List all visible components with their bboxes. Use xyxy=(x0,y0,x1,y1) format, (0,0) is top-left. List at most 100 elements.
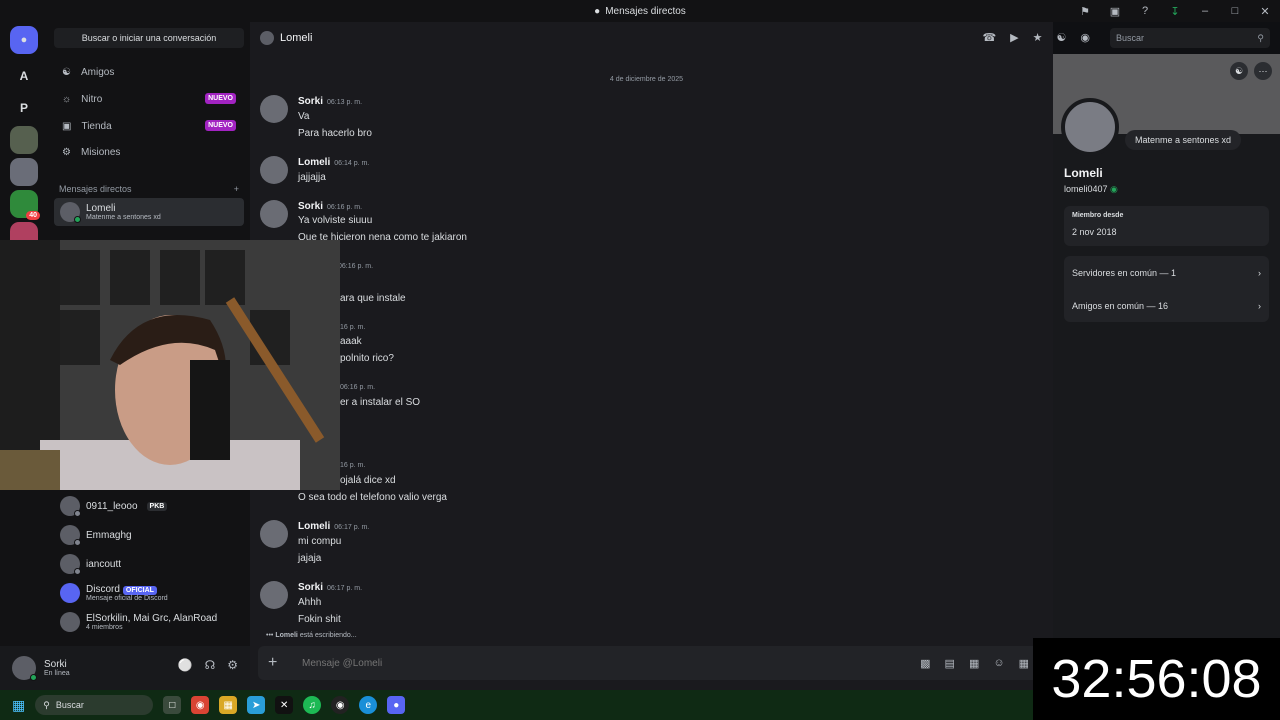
avatar[interactable] xyxy=(260,200,288,228)
message-time: 16 p. m. xyxy=(340,324,366,331)
message-header: Sorki 06:16 p. m. xyxy=(298,201,363,212)
emoji-icon[interactable]: ☺ xyxy=(993,657,1004,670)
spotify-icon[interactable]: ♫ xyxy=(303,696,322,714)
nav-quests[interactable]: ⚙ Misiones xyxy=(54,140,244,164)
profile-toggle-icon[interactable]: ◉ xyxy=(1080,31,1090,44)
maximize-button[interactable]: □ xyxy=(1220,0,1250,22)
message-header: Sorki 06:17 p. m. xyxy=(298,582,363,593)
dm-item-0911-leooo[interactable]: 0911_leooo PKB xyxy=(54,492,244,520)
message-input[interactable] xyxy=(302,657,921,669)
guild-tag: PKB xyxy=(146,501,168,511)
server-a[interactable]: A xyxy=(10,62,38,90)
message-time: 16 p. m. xyxy=(340,462,366,469)
avatar xyxy=(60,612,80,632)
home-button[interactable]: ● xyxy=(10,26,38,54)
download-icon[interactable]: ↧ xyxy=(1160,0,1190,22)
minimize-button[interactable]: – xyxy=(1190,0,1220,22)
dm-item-group[interactable]: ElSorkilin, Mai Grc, AlanRoad 4 miembros xyxy=(54,608,244,636)
dm-item-emmaghg[interactable]: Emmaghg xyxy=(54,521,244,549)
video-icon[interactable]: ▶ xyxy=(1010,31,1018,44)
nav-nitro[interactable]: ☼ Nitro NUEVO xyxy=(54,87,244,111)
avatar xyxy=(60,583,80,603)
flag-icon[interactable]: ⚑ xyxy=(1070,0,1100,22)
add-friend-icon[interactable]: ☯ xyxy=(1230,62,1248,80)
gift-icon[interactable]: ▩ xyxy=(920,657,930,670)
avatar[interactable] xyxy=(12,656,37,681)
avatar xyxy=(260,31,274,45)
pin-icon[interactable]: ★ xyxy=(1033,31,1043,44)
mutual-friends-row[interactable]: Amigos en común — 16 › xyxy=(1064,289,1269,322)
avatar[interactable] xyxy=(260,581,288,609)
shop-icon: ▣ xyxy=(62,120,72,132)
chevron-right-icon: › xyxy=(1258,267,1261,278)
file-explorer-icon[interactable]: ▦ xyxy=(219,696,238,714)
find-conversation-button[interactable]: Buscar o iniciar una conversación xyxy=(54,28,244,48)
discord-taskbar-icon[interactable]: ● xyxy=(387,696,406,714)
capcut-icon[interactable]: ✕ xyxy=(275,696,294,714)
obs-icon[interactable]: ◉ xyxy=(331,696,350,714)
headphones-icon[interactable]: ☊ xyxy=(205,658,216,672)
channel-name: Lomeli xyxy=(280,32,313,44)
mutual-servers-row[interactable]: Servidores en común — 1 › xyxy=(1064,256,1269,289)
composer-actions: ▩ ▤ ▦ ☺ ▦ xyxy=(920,657,1029,670)
dm-item-discord[interactable]: Discord OFICIAL Mensaje oficial de Discor… xyxy=(54,579,244,607)
typing-dots-icon: ••• xyxy=(266,632,274,639)
online-status-icon xyxy=(74,216,81,223)
mic-muted-icon[interactable]: ⚪ xyxy=(178,658,193,672)
discord-logo-icon: ● xyxy=(20,34,28,46)
add-dm-icon[interactable]: + xyxy=(234,184,239,194)
profile-name: Lomeli xyxy=(1064,166,1103,180)
server-p[interactable]: P xyxy=(10,94,38,122)
new-badge: NUEVO xyxy=(205,120,236,131)
dm-item-lomeli[interactable]: Lomeli Matenme a sentones xd xyxy=(54,198,244,226)
help-icon[interactable]: ? xyxy=(1130,0,1160,22)
avatar[interactable] xyxy=(260,520,288,548)
search-input[interactable]: Buscar ⚲ xyxy=(1110,28,1270,48)
apps-icon[interactable]: ▦ xyxy=(1019,657,1029,670)
add-attachment-icon[interactable]: + xyxy=(268,654,288,672)
title-bar: ● Mensajes directos ⚑ ▣ ? ↧ – □ ✕ xyxy=(0,0,1280,22)
user-panel-controls: ⚪ ☊ ⚙ xyxy=(178,658,238,672)
telegram-icon[interactable]: ➤ xyxy=(247,696,266,714)
chat-header-actions: ☎ ▶ ★ ☯ ◉ xyxy=(982,31,1090,44)
avatar[interactable] xyxy=(260,95,288,123)
taskbar-search[interactable]: ⚲ Buscar xyxy=(35,695,154,715)
chrome-icon[interactable]: ◉ xyxy=(191,696,210,714)
typing-indicator: ••• Lomeli está escribiendo... xyxy=(266,632,357,639)
message-text: ojalá dice xd xyxy=(340,475,396,486)
chevron-right-icon: › xyxy=(1258,300,1261,311)
more-options-icon[interactable]: ⋯ xyxy=(1254,62,1272,80)
windows-start-icon[interactable]: ▦ xyxy=(12,697,25,714)
avatar[interactable] xyxy=(260,156,288,184)
search-icon: ⚲ xyxy=(1257,32,1264,43)
search-icon: ⚲ xyxy=(43,699,50,710)
message-header: Sorki 06:13 p. m. xyxy=(298,96,363,107)
chat-area: Lomeli ☎ ▶ ★ ☯ ◉ Buscar ⚲ 4 de diciembre… xyxy=(250,22,1270,690)
message-text: mi compu xyxy=(298,536,342,547)
official-badge: OFICIAL xyxy=(122,586,157,595)
settings-icon[interactable]: ⚙ xyxy=(227,658,238,672)
message-text: Fokin shit xyxy=(298,614,341,625)
edge-icon[interactable]: e xyxy=(359,696,378,714)
task-view-icon[interactable]: □ xyxy=(163,696,182,714)
message-text: er a instalar el SO xyxy=(340,397,421,408)
quests-icon: ⚙ xyxy=(62,146,71,158)
message-text: Ahhh xyxy=(298,597,322,608)
call-icon[interactable]: ☎ xyxy=(982,31,996,44)
inbox-icon[interactable]: ▣ xyxy=(1100,0,1130,22)
nav-friends[interactable]: ☯ Amigos xyxy=(54,60,244,84)
server-icon[interactable]: 40 xyxy=(10,190,40,220)
title-bar-controls: ⚑ ▣ ? ↧ – □ ✕ xyxy=(1070,0,1280,22)
nav-shop[interactable]: ▣ Tienda NUEVO xyxy=(54,114,244,138)
server-icon[interactable] xyxy=(10,158,38,186)
message-text: Para hacerlo bro xyxy=(298,128,372,139)
sticker-icon[interactable]: ▦ xyxy=(969,657,979,670)
user-profile-panel: ☯ ⋯ Matenme a sentones xd Lomeli lomeli0… xyxy=(1053,54,1280,690)
gif-icon[interactable]: ▤ xyxy=(945,657,955,670)
close-button[interactable]: ✕ xyxy=(1250,0,1280,22)
dm-item-iancoutt[interactable]: iancoutt xyxy=(54,550,244,578)
server-icon[interactable] xyxy=(10,126,38,154)
profile-avatar[interactable] xyxy=(1061,98,1119,156)
webcam-video xyxy=(0,240,340,490)
add-friend-icon[interactable]: ☯ xyxy=(1057,31,1067,44)
